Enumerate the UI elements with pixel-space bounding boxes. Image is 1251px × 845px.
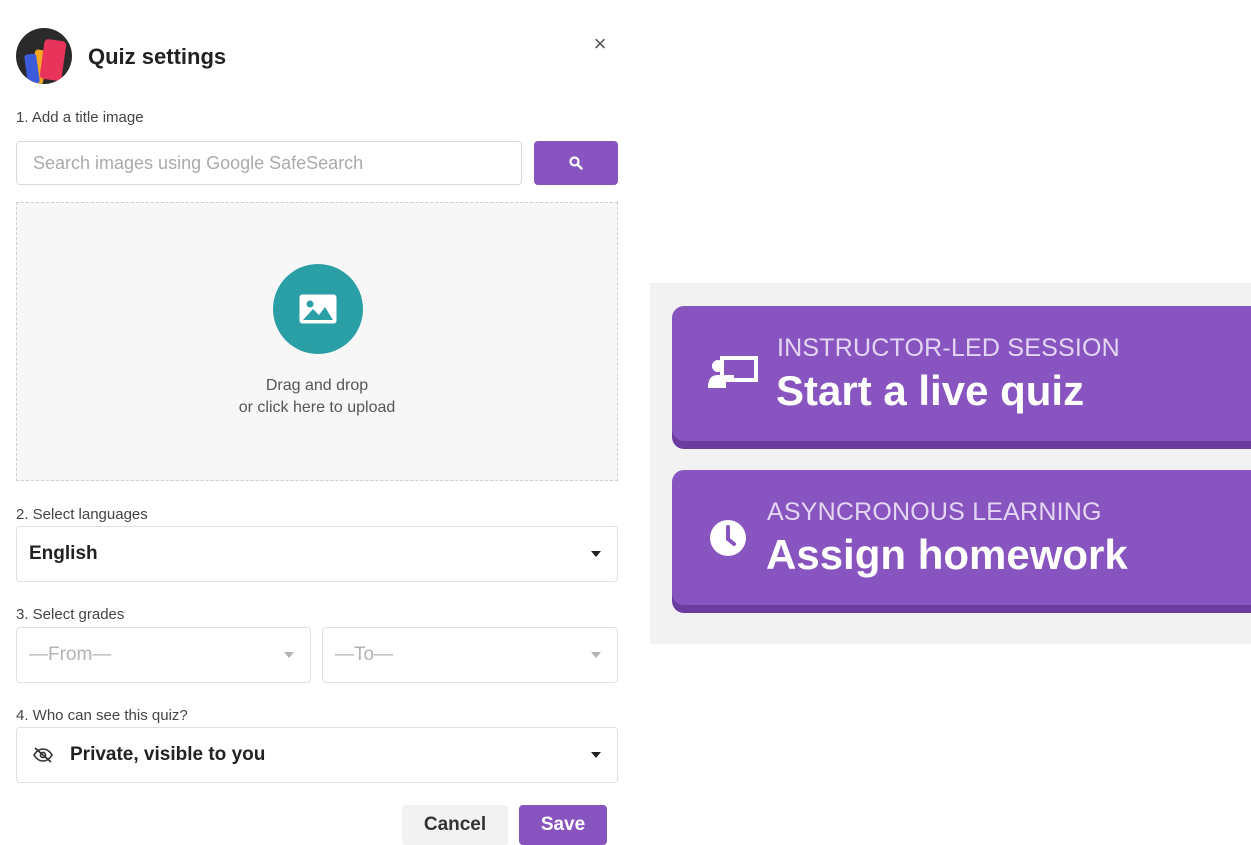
chevron-down-icon xyxy=(284,652,294,658)
clock-icon xyxy=(710,520,746,556)
chevron-down-icon xyxy=(591,752,601,758)
step1-label: 1. Add a title image xyxy=(16,109,144,126)
save-button[interactable]: Save xyxy=(519,805,607,845)
step2-label: 2. Select languages xyxy=(16,506,148,523)
step3-label: 3. Select grades xyxy=(16,606,125,623)
card-kicker: INSTRUCTOR-LED SESSION xyxy=(777,334,1120,362)
image-icon xyxy=(299,294,337,324)
image-search-button[interactable] xyxy=(534,141,618,185)
grade-from-value: —From— xyxy=(29,644,112,665)
close-icon[interactable]: × xyxy=(588,32,612,56)
card-kicker: ASYNCRONOUS LEARNING xyxy=(767,498,1102,526)
language-select[interactable]: English xyxy=(16,526,618,582)
modal-title: Quiz settings xyxy=(88,44,227,69)
card-headline: Assign homework xyxy=(766,531,1128,578)
step4-label: 4. Who can see this quiz? xyxy=(16,707,188,724)
start-live-quiz-card[interactable]: INSTRUCTOR-LED SESSION Start a live quiz xyxy=(672,306,1251,441)
cancel-button[interactable]: Cancel xyxy=(402,805,508,845)
grade-to-value: —To— xyxy=(335,644,394,665)
presentation-icon xyxy=(708,356,758,388)
eye-slash-icon xyxy=(33,747,53,763)
grade-from-select[interactable]: —From— xyxy=(16,627,311,683)
drop-text-line1: Drag and drop xyxy=(265,377,369,394)
card-headline: Start a live quiz xyxy=(776,367,1085,414)
grade-to-select[interactable]: —To— xyxy=(322,627,618,683)
visibility-value: Private, visible to you xyxy=(70,744,266,765)
image-search-input[interactable] xyxy=(16,141,522,185)
visibility-select[interactable]: Private, visible to you xyxy=(16,727,618,783)
assign-homework-card[interactable]: ASYNCRONOUS LEARNING Assign homework xyxy=(672,470,1251,605)
language-value: English xyxy=(29,543,98,564)
drop-text-line2: or click here to upload xyxy=(238,399,396,416)
app-logo xyxy=(16,28,72,84)
session-options-panel: INSTRUCTOR-LED SESSION Start a live quiz… xyxy=(650,283,1251,644)
chevron-down-icon xyxy=(591,551,601,557)
search-icon xyxy=(569,156,583,170)
image-upload-dropzone[interactable]: Drag and drop or click here to upload xyxy=(16,202,618,481)
upload-circle xyxy=(273,264,363,354)
chevron-down-icon xyxy=(591,652,601,658)
quiz-settings-modal: Quiz settings × 1. Add a title image Dra… xyxy=(0,0,640,845)
